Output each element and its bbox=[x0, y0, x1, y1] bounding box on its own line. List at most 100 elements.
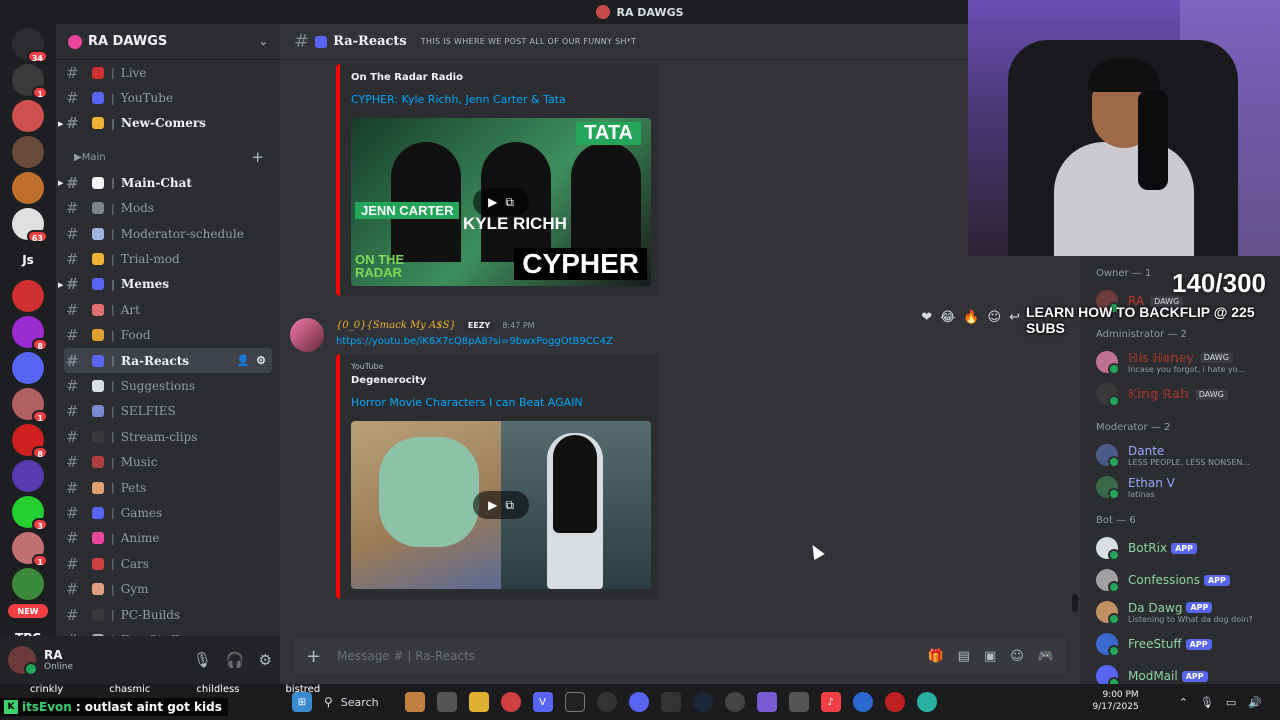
app-icon[interactable] bbox=[724, 692, 745, 712]
server-icon[interactable]: 3 bbox=[12, 496, 48, 531]
channel-item[interactable]: # | Food bbox=[64, 323, 272, 348]
app-icon[interactable] bbox=[916, 692, 937, 712]
chevron-up-icon[interactable]: ⌃ bbox=[1179, 696, 1188, 709]
message-composer[interactable]: + Message # | Ra-Reacts 🎁 ▤ ▣ ☺ 🎮 bbox=[294, 638, 1066, 674]
reaction-icon[interactable]: ❤ bbox=[921, 310, 932, 325]
server-icon[interactable]: 8 bbox=[12, 316, 48, 351]
reaction-icon[interactable]: ☺ bbox=[988, 310, 1002, 325]
member-item[interactable]: Ethan Vlatinas bbox=[1080, 471, 1280, 503]
gear-icon[interactable]: ⚙ bbox=[256, 354, 266, 367]
server-icon[interactable]: Js bbox=[12, 244, 44, 276]
gear-icon[interactable]: ⚙ bbox=[259, 651, 272, 669]
reaction-icon[interactable]: 😂 bbox=[940, 310, 955, 325]
video-thumbnail[interactable]: ▶ ⧉ bbox=[351, 421, 651, 589]
server-icon[interactable]: 1 bbox=[12, 64, 48, 99]
epic-games-icon[interactable] bbox=[660, 692, 681, 712]
server-icon[interactable] bbox=[12, 136, 44, 168]
channel-item[interactable]: # | Mods bbox=[64, 196, 272, 221]
member-item[interactable]: Da Dawg APP Listening to What da dog doin? bbox=[1080, 596, 1280, 628]
scrollbar[interactable] bbox=[1072, 594, 1078, 612]
gift-icon[interactable]: 🎁 bbox=[927, 649, 943, 664]
embed-author[interactable]: Degenerocity bbox=[351, 375, 646, 386]
windows-start-icon[interactable]: ⊞ bbox=[292, 692, 312, 712]
server-icon[interactable]: 8 bbox=[12, 424, 48, 459]
new-badge[interactable]: NEW bbox=[8, 604, 48, 618]
channel-item[interactable]: # | Ra-Reacts 👤 ⚙ bbox=[64, 347, 272, 374]
server-icon[interactable] bbox=[12, 352, 44, 384]
server-icon[interactable]: 1 bbox=[12, 388, 48, 423]
member-item[interactable]: 𝕂𝕚𝕟𝕘 ℝ𝕒𝕙 DAWG bbox=[1080, 378, 1280, 410]
server-header[interactable]: RA DAWGS ⌄ bbox=[56, 24, 280, 60]
message-input[interactable]: Message # | Ra-Reacts bbox=[337, 649, 475, 663]
play-button[interactable]: ▶ ⧉ bbox=[473, 491, 529, 519]
embed-author[interactable]: On The Radar Radio bbox=[351, 72, 646, 83]
channel-item[interactable]: # | Anime bbox=[64, 526, 272, 551]
avatar[interactable] bbox=[290, 318, 324, 352]
channel-item[interactable]: # | PC-Builds bbox=[64, 602, 272, 627]
reaction-icon[interactable]: 🔥 bbox=[963, 310, 979, 325]
server-icon[interactable]: 1 bbox=[12, 532, 48, 567]
embed-title[interactable]: CYPHER: Kyle Richh, Jenn Carter & Tata bbox=[351, 93, 646, 106]
channel-item[interactable]: # | Trial-mod bbox=[64, 246, 272, 271]
member-item[interactable]: Confessions APP bbox=[1080, 564, 1280, 596]
channel-item[interactable]: # | Cars bbox=[64, 551, 272, 576]
discord-icon[interactable] bbox=[628, 692, 649, 712]
channel-item[interactable]: ▶ # | Memes bbox=[58, 272, 272, 297]
microphone-icon[interactable]: 🎙 bbox=[193, 651, 212, 669]
member-item[interactable]: Dante LESS PEOPLE, LESS NONSEN... bbox=[1080, 439, 1280, 471]
channel-item[interactable]: # | Moderator-schedule bbox=[64, 221, 272, 246]
channel-item[interactable]: #|FreeStuff bbox=[64, 627, 272, 636]
server-icon[interactable] bbox=[12, 568, 44, 600]
app-icon[interactable] bbox=[404, 692, 425, 712]
member-item[interactable]: FreeStuff APP bbox=[1080, 628, 1280, 660]
plus-icon[interactable]: + bbox=[251, 148, 264, 166]
server-icon[interactable] bbox=[12, 460, 44, 492]
message-author[interactable]: {0_0}{Smack My A$S} bbox=[336, 320, 456, 331]
server-icon[interactable] bbox=[12, 100, 44, 132]
game-controller-icon[interactable]: 🎮 bbox=[1038, 649, 1054, 664]
app-icon[interactable] bbox=[756, 692, 777, 712]
microphone-icon[interactable]: 🎙 bbox=[1200, 696, 1214, 709]
channel-item[interactable]: # | Pets bbox=[64, 475, 272, 500]
embed-title[interactable]: Horror Movie Characters I can Beat AGAIN bbox=[351, 396, 646, 409]
steam-icon[interactable] bbox=[692, 692, 713, 712]
channel-item[interactable]: # | Art bbox=[64, 297, 272, 322]
video-thumbnail[interactable]: TATA JENN CARTER KYLE RICHH CYPHER ON TH… bbox=[351, 118, 651, 286]
obs-icon[interactable] bbox=[596, 692, 617, 712]
channel-item[interactable]: # | Games bbox=[64, 500, 272, 525]
reaction-icon[interactable]: ↩ bbox=[1009, 310, 1020, 325]
member-item[interactable]: BotRix APP bbox=[1080, 532, 1280, 564]
channel-item[interactable]: # | Suggestions bbox=[64, 373, 272, 398]
member-item[interactable]: ℍ𝕚𝕤 ℍ𝕠𝕟𝕖𝕪 DAWG Incase you forgot, i hate y… bbox=[1080, 346, 1280, 378]
headphones-icon[interactable]: 🎧 bbox=[226, 651, 245, 669]
chevron-down-icon[interactable]: ⌄ bbox=[259, 35, 268, 48]
task-view-icon[interactable] bbox=[436, 692, 457, 712]
app-icon[interactable] bbox=[564, 692, 585, 712]
app-icon[interactable] bbox=[884, 692, 905, 712]
channel-item[interactable]: # | Gym bbox=[64, 576, 272, 601]
plus-icon[interactable]: + bbox=[306, 646, 321, 667]
avatar[interactable] bbox=[8, 646, 38, 676]
sticker-icon[interactable]: ▣ bbox=[984, 649, 996, 664]
chrome-icon[interactable] bbox=[500, 692, 521, 712]
member-item[interactable]: ModMail APP bbox=[1080, 660, 1280, 684]
channel-item[interactable]: # | Music bbox=[64, 449, 272, 474]
channel-item[interactable]: # | Live bbox=[64, 60, 272, 85]
server-icon[interactable]: 34 bbox=[12, 28, 48, 63]
taskbar-search[interactable]: ⚲ Search bbox=[324, 695, 379, 709]
message-link[interactable]: https://youtu.be/iK6X7cQ8pA8?si=9bwxPogg… bbox=[336, 336, 613, 347]
server-icon[interactable] bbox=[12, 280, 44, 312]
music-icon[interactable]: ♪ bbox=[820, 692, 841, 712]
server-icon[interactable]: 63 bbox=[12, 208, 48, 243]
add-member-icon[interactable]: 👤 bbox=[236, 354, 250, 367]
folder-icon[interactable] bbox=[468, 692, 489, 712]
gif-icon[interactable]: ▤ bbox=[958, 649, 970, 664]
volume-icon[interactable]: 🔊 bbox=[1248, 696, 1262, 709]
network-icon[interactable]: ▭ bbox=[1226, 696, 1236, 709]
channel-item[interactable]: # | SELFIES bbox=[64, 399, 272, 424]
channel-item[interactable]: ▶ # | Main-Chat bbox=[58, 170, 272, 195]
emoji-icon[interactable]: ☺ bbox=[1010, 649, 1024, 664]
channel-category[interactable]: ▶ Main + bbox=[64, 144, 272, 170]
app-icon[interactable]: V bbox=[532, 692, 553, 712]
server-icon[interactable] bbox=[12, 172, 44, 204]
